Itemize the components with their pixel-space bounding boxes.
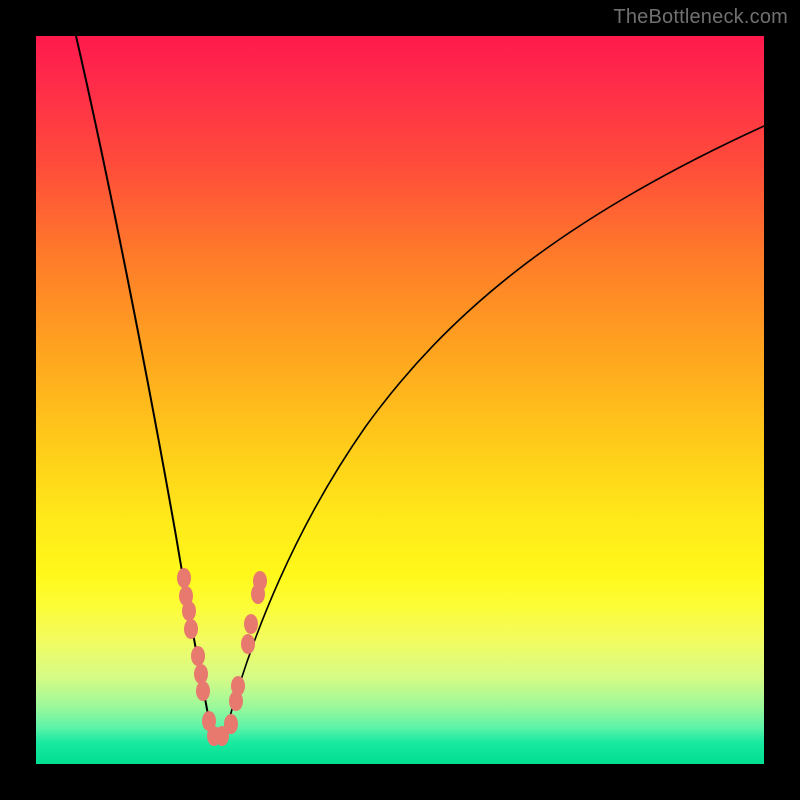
data-marker bbox=[253, 571, 267, 591]
data-marker bbox=[182, 601, 196, 621]
data-marker bbox=[224, 714, 238, 734]
data-marker bbox=[184, 619, 198, 639]
data-marker bbox=[177, 568, 191, 588]
watermark-text: TheBottleneck.com bbox=[613, 6, 788, 29]
data-marker bbox=[191, 646, 205, 666]
data-marker bbox=[194, 664, 208, 684]
plot-area bbox=[36, 36, 764, 764]
data-marker bbox=[231, 676, 245, 696]
curve-right-branch bbox=[226, 126, 764, 731]
chart-frame: TheBottleneck.com bbox=[0, 0, 800, 800]
marker-group bbox=[177, 568, 267, 746]
data-marker bbox=[196, 681, 210, 701]
data-marker bbox=[244, 614, 258, 634]
curve-layer bbox=[36, 36, 764, 764]
data-marker bbox=[241, 634, 255, 654]
